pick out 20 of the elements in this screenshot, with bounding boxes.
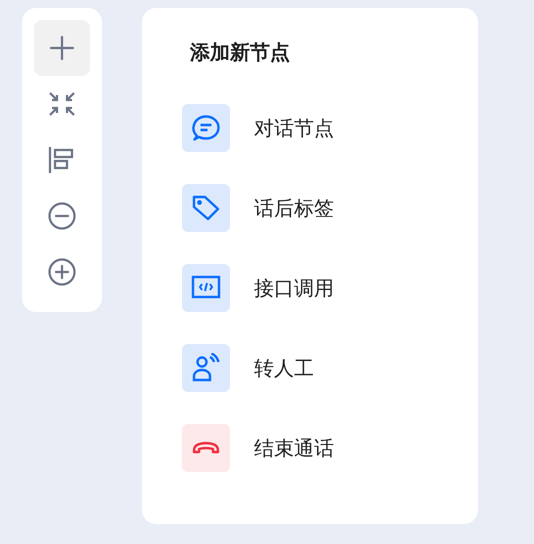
toolbar-button[interactable] [34, 20, 90, 76]
chat-bubble-icon [191, 113, 221, 143]
node-type-item[interactable]: 结束通话 [182, 424, 438, 472]
zoom-out-icon [48, 202, 76, 230]
collapse-arrows-icon [48, 90, 76, 118]
node-type-item[interactable]: 对话节点 [182, 104, 438, 152]
node-type-label: 话后标签 [254, 194, 334, 222]
node-type-label: 接口调用 [254, 274, 334, 302]
node-type-item[interactable]: 转人工 [182, 344, 438, 392]
node-type-label: 结束通话 [254, 434, 334, 462]
align-left-icon [48, 146, 76, 174]
node-type-item[interactable]: 接口调用 [182, 264, 438, 312]
node-type-item[interactable]: 话后标签 [182, 184, 438, 232]
panel-title: 添加新节点 [188, 39, 291, 66]
agent-icon [191, 353, 221, 383]
zoom-in-icon [48, 258, 76, 286]
node-type-label: 转人工 [254, 354, 314, 382]
tag-icon [191, 193, 221, 223]
add-icon [48, 34, 76, 62]
node-type-label: 对话节点 [254, 114, 334, 142]
